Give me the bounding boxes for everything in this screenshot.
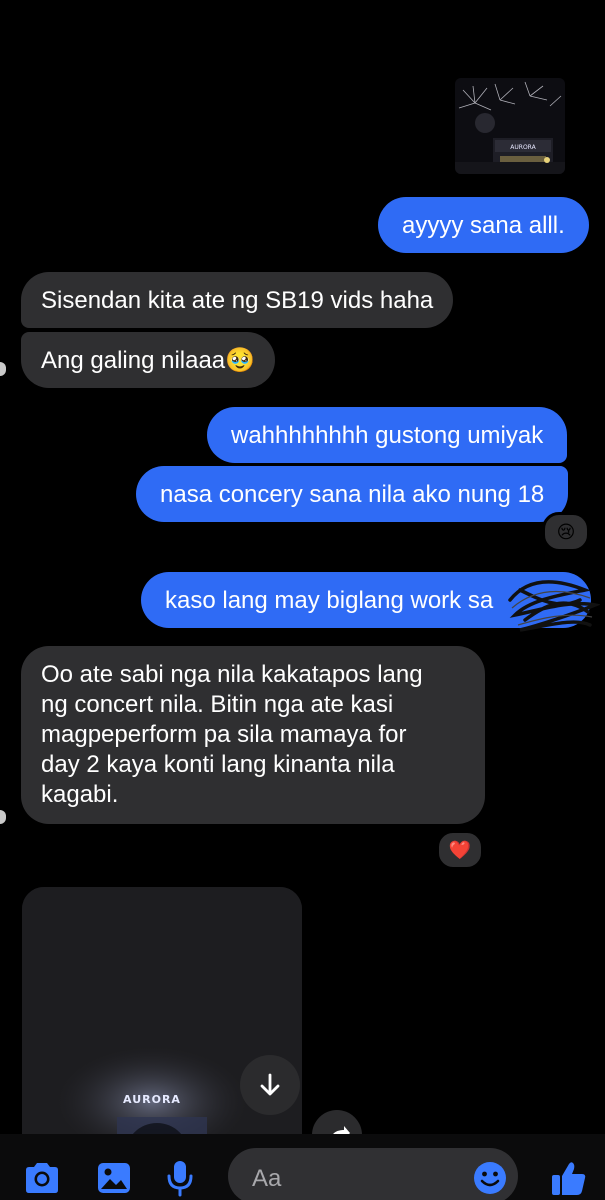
message-text: wahhhhhhhh gustong umiyak: [231, 422, 544, 449]
reaction-badge[interactable]: ❤️: [436, 830, 484, 870]
thumbs-up-icon: [552, 1162, 586, 1195]
gallery-button[interactable]: [94, 1158, 134, 1198]
message-text: nasa concery sana nila ako nung 18: [160, 481, 545, 508]
message-sent[interactable]: ayyyy sana alll.: [378, 197, 589, 253]
video-message[interactable]: AURORA: [22, 887, 302, 1157]
heart-icon: ❤️: [448, 839, 472, 860]
message-sent[interactable]: nasa concery sana nila ako nung 18: [136, 466, 569, 522]
fireworks-photo: AURORA: [455, 78, 565, 174]
video-thumbnail: AURORA: [22, 887, 302, 1157]
message-sent[interactable]: wahhhhhhhh gustong umiyak: [207, 407, 568, 463]
emoji-button[interactable]: [470, 1158, 510, 1198]
photo-sign-text: AURORA: [510, 144, 536, 151]
scroll-to-bottom-button[interactable]: [240, 1055, 300, 1115]
message-text: ayyyy sana alll.: [402, 212, 565, 239]
message-line: day 2 kaya konti lang kinanta nila: [41, 751, 395, 778]
message-text: Sisendan kita ate ng SB19 vids haha: [41, 287, 434, 314]
avatar[interactable]: [0, 810, 6, 824]
message-received[interactable]: Sisendan kita ate ng SB19 vids haha: [21, 272, 454, 328]
scribble-redaction: [508, 580, 600, 632]
arrow-down-icon: [260, 1073, 280, 1096]
message-text: Ang galing nilaaa🥹: [41, 347, 256, 374]
video-sign-text: AURORA: [123, 1093, 181, 1106]
chat-screen: AURORA ayyyy sana alll. Sisendan kita at…: [0, 0, 605, 1200]
emoji-icon: [474, 1162, 506, 1194]
message-received[interactable]: Oo ate sabi nga nila kakatapos lang ng c…: [21, 646, 485, 824]
message-text: kaso lang may biglang work sa: [165, 587, 494, 614]
camera-icon: [26, 1163, 58, 1193]
crying-emoji-icon: 😢: [556, 521, 576, 542]
microphone-icon: [167, 1161, 193, 1197]
message-line: magpeperform pa sila mamaya for: [41, 721, 407, 748]
reaction-badge[interactable]: 😢: [542, 512, 590, 552]
voice-button[interactable]: [160, 1158, 200, 1198]
image-icon: [98, 1163, 130, 1193]
message-line: Oo ate sabi nga nila kakatapos lang: [41, 661, 423, 688]
message-line: ng concert nila. Bitin nga ate kasi: [41, 691, 394, 718]
message-received[interactable]: Ang galing nilaaa🥹: [21, 332, 276, 388]
message-input-placeholder: Aa: [252, 1165, 282, 1192]
camera-button[interactable]: [22, 1158, 62, 1198]
message-line: kagabi.: [41, 781, 119, 808]
like-button[interactable]: [549, 1158, 589, 1198]
sent-photo-thumbnail[interactable]: AURORA: [455, 78, 565, 174]
avatar[interactable]: [0, 362, 6, 376]
